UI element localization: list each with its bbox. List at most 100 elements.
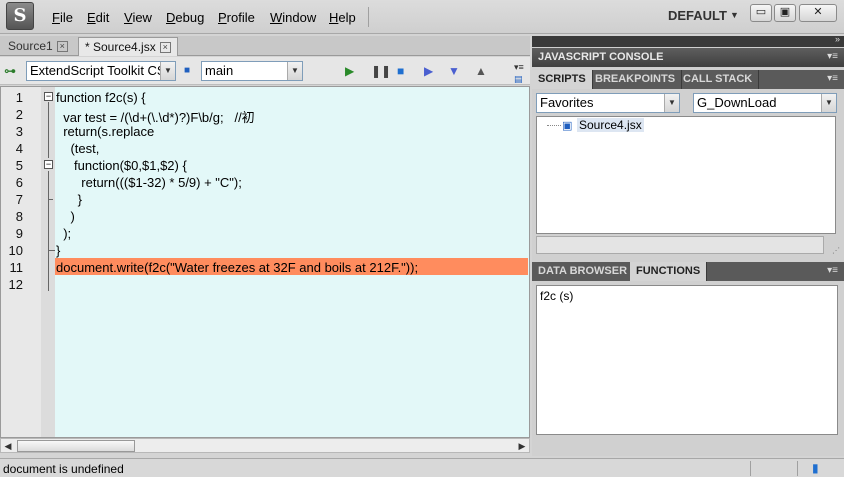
scripts-panel-tabs: SCRIPTS BREAKPOINTS CALL STACK ▾≡	[532, 70, 844, 89]
tab-source4[interactable]: * Source4.jsx ×	[78, 37, 178, 56]
line-number: 7	[15, 192, 23, 207]
menu-view[interactable]: View	[124, 10, 152, 25]
app-logo-icon: S	[6, 2, 34, 30]
resize-grip-icon[interactable]: ⋰	[832, 246, 840, 255]
line-number: 11	[9, 260, 24, 275]
javascript-console-header[interactable]: JAVASCRIPT CONSOLE ▾≡	[532, 48, 844, 67]
menu-file[interactable]: File	[52, 10, 73, 25]
engine-value: main	[205, 63, 234, 78]
run-icon[interactable]: ▶	[345, 64, 354, 78]
line-number: 3	[15, 124, 23, 139]
menu-help[interactable]: Help	[329, 10, 356, 25]
maximize-button[interactable]: ▣	[774, 4, 796, 22]
menu-debug[interactable]: Debug	[166, 10, 204, 25]
horizontal-scrollbar[interactable]: ◀ ▶	[0, 438, 530, 453]
line-number: 5	[15, 158, 23, 173]
close-icon[interactable]: ×	[159, 42, 171, 54]
engine-icon: ■	[184, 65, 191, 76]
line-number: 10	[8, 243, 23, 258]
chevron-down-icon[interactable]: ▼	[160, 62, 175, 80]
status-message: document is undefined	[3, 462, 124, 476]
scroll-left-icon[interactable]: ◀	[2, 440, 14, 452]
connection-status-icon: ▮	[812, 461, 819, 475]
step-into-icon[interactable]: ▼	[448, 64, 460, 78]
favorites-value: Favorites	[540, 95, 594, 110]
scripts-tree[interactable]: ▣ Source4.jsx	[536, 116, 836, 234]
tab-scripts[interactable]: SCRIPTS	[532, 70, 593, 89]
functions-list[interactable]: f2c (s)	[536, 285, 838, 435]
line-number: 4	[15, 141, 23, 156]
minimize-button[interactable]: ▭	[750, 4, 772, 22]
target-app-select[interactable]: ExtendScript Toolkit CS5 ▼	[26, 61, 176, 81]
right-panel-area: » JAVASCRIPT CONSOLE ▾≡ SCRIPTS BREAKPOI…	[532, 34, 844, 456]
code-line[interactable]: )	[56, 209, 74, 224]
target-app-value: ExtendScript Toolkit CS5	[30, 63, 173, 78]
folder-value: G_DownLoad	[697, 95, 777, 110]
panel-dock-bar: »	[532, 34, 844, 47]
script-file-icon: ▣	[562, 120, 573, 132]
folder-select[interactable]: G_DownLoad ▼	[693, 93, 837, 113]
chevron-down-icon[interactable]: ▼	[730, 10, 739, 20]
tree-connector	[547, 125, 561, 126]
code-line[interactable]: }	[56, 192, 82, 207]
panel-menu-icon[interactable]: ▾≡	[827, 51, 838, 62]
line-number: 6	[15, 175, 23, 190]
close-icon[interactable]: ×	[56, 41, 68, 53]
panel-menu-icon[interactable]: ▾≡	[827, 73, 838, 84]
status-cell	[797, 461, 798, 476]
line-number: 1	[15, 90, 23, 105]
scroll-thumb[interactable]	[17, 440, 135, 452]
tab-data-browser[interactable]: DATA BROWSER	[532, 262, 635, 281]
code-line[interactable]: function($0,$1,$2) {	[56, 158, 187, 173]
favorites-select[interactable]: Favorites ▼	[536, 93, 680, 113]
code-line[interactable]: (test,	[56, 141, 99, 156]
menu-separator	[368, 7, 369, 27]
code-line[interactable]: return((($1-32) * 5/9) + "C");	[56, 175, 242, 190]
link-icon[interactable]: ⊶	[4, 64, 16, 78]
panel-options-icon[interactable]: ▤	[514, 72, 523, 86]
menu-window[interactable]: Window	[270, 10, 316, 25]
panel-menu-icon[interactable]: ▾≡	[827, 265, 838, 276]
chevron-down-icon[interactable]: ▼	[287, 62, 302, 80]
fold-minus-icon[interactable]: −	[44, 160, 53, 169]
line-number: 12	[8, 277, 23, 292]
function-item[interactable]: f2c (s)	[540, 289, 573, 303]
status-bar: document is undefined ▮	[0, 458, 844, 477]
tab-label: * Source4.jsx	[85, 40, 156, 54]
fold-guide	[48, 171, 49, 291]
editor-toolbar: ⊶ ExtendScript Toolkit CS5 ▼ ■ main ▼ ▶ …	[0, 57, 530, 85]
menu-bar: S File Edit View Debug Profile Window He…	[0, 0, 844, 34]
menu-edit[interactable]: Edit	[87, 10, 109, 25]
collapse-icon[interactable]: »	[835, 34, 840, 44]
code-line[interactable]: }	[56, 243, 60, 258]
scripts-status-field	[536, 236, 824, 254]
engine-select[interactable]: main ▼	[201, 61, 303, 81]
code-line-error[interactable]: document.write(f2c("Water freezes at 32F…	[56, 260, 418, 275]
fold-guide-end	[48, 250, 55, 251]
step-over-icon[interactable]: ▶	[424, 64, 433, 78]
code-line[interactable]: return(s.replace	[56, 124, 154, 139]
tab-label: Source1	[8, 39, 53, 53]
tab-call-stack[interactable]: CALL STACK	[677, 70, 760, 89]
step-out-icon[interactable]: ▲	[475, 64, 487, 78]
code-editor[interactable]: − − 1 2 3 4 5 6 7 8 9 10 11 12 function …	[0, 86, 530, 438]
chevron-down-icon[interactable]: ▼	[664, 94, 679, 112]
pause-icon[interactable]: ❚❚	[371, 64, 391, 78]
document-tabs: Source1 × * Source4.jsx ×	[0, 36, 530, 56]
line-number: 2	[15, 107, 23, 122]
line-number: 8	[15, 209, 23, 224]
panel-title: JAVASCRIPT CONSOLE	[538, 51, 664, 63]
tab-functions[interactable]: FUNCTIONS	[630, 262, 708, 281]
menu-profile[interactable]: Profile	[218, 10, 255, 25]
stop-icon[interactable]: ■	[397, 64, 404, 78]
tab-breakpoints[interactable]: BREAKPOINTS	[589, 70, 683, 89]
tab-source1[interactable]: Source1 ×	[2, 37, 74, 56]
fold-minus-icon[interactable]: −	[44, 92, 53, 101]
close-button[interactable]: ✕	[799, 4, 837, 22]
scroll-right-icon[interactable]: ▶	[516, 440, 528, 452]
tree-item-source4[interactable]: Source4.jsx	[577, 118, 644, 132]
chevron-down-icon[interactable]: ▼	[821, 94, 836, 112]
workspace-selector[interactable]: DEFAULT	[668, 8, 727, 23]
code-line[interactable]: );	[56, 226, 71, 241]
code-line[interactable]: function f2c(s) {	[56, 90, 146, 105]
